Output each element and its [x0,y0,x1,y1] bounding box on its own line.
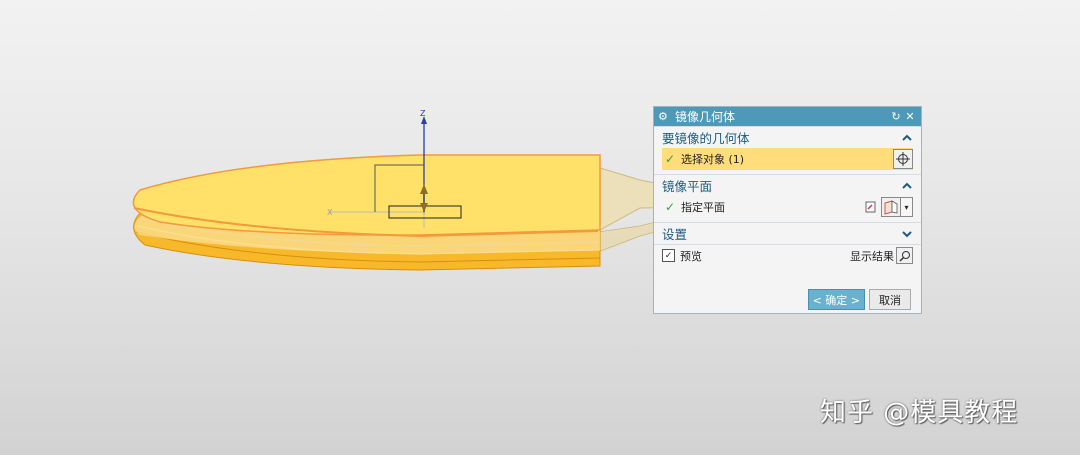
dialog-title: 镜像几何体 [675,110,736,124]
close-icon[interactable]: ✕ [903,110,917,123]
gear-icon[interactable]: ⚙ [658,110,672,123]
show-result-label: 显示结果 [850,249,894,263]
cancel-button[interactable]: 取消 [869,289,911,310]
section-mirror-plane[interactable]: 镜像平面 [654,174,921,196]
watermark: 知乎 @模具教程 [820,398,1019,428]
select-object-row[interactable]: ✓ 选择对象 (1) [662,148,913,170]
ok-button[interactable]: < 确定 > [807,289,865,310]
dialog-titlebar: ⚙ 镜像几何体 ↻ ✕ [654,107,921,126]
reset-icon[interactable]: ↻ [889,110,903,123]
plane-dialog-icon[interactable] [881,197,901,217]
section-label: 设置 [662,227,688,242]
specify-plane-row[interactable]: ✓ 指定平面 ▾ [662,196,913,218]
chevron-up-icon[interactable] [901,180,913,192]
section-settings[interactable]: 设置 [654,222,921,244]
magnifier-icon[interactable] [896,247,913,264]
chevron-up-icon[interactable] [901,132,913,144]
section-label: 要镜像的几何体 [662,131,750,146]
preview-row: ✓ 预览 显示结果 [654,244,921,266]
preview-checkbox[interactable]: ✓ [662,249,675,262]
preview-label: 预览 [680,249,702,263]
check-icon: ✓ [665,200,676,214]
crosshair-icon[interactable] [893,149,913,169]
specify-plane-label: 指定平面 [681,201,725,214]
chevron-down-icon[interactable] [901,228,913,240]
svg-text:X: X [327,208,333,217]
section-geometry-to-mirror[interactable]: 要镜像的几何体 [654,126,921,148]
chevron-down-icon[interactable]: ▾ [901,197,913,217]
section-label: 镜像平面 [662,179,713,194]
mirror-geometry-dialog: ⚙ 镜像几何体 ↻ ✕ 要镜像的几何体 ✓ 选择对象 (1) 镜像平面 ✓ 指定… [653,106,922,314]
select-object-label: 选择对象 (1) [681,153,745,166]
svg-text:Z: Z [420,109,426,118]
check-icon: ✓ [665,152,676,166]
reverse-direction-icon[interactable] [863,199,879,215]
paddle-top-face [132,154,601,236]
dialog-button-row: < 确定 > 取消 [654,289,921,310]
